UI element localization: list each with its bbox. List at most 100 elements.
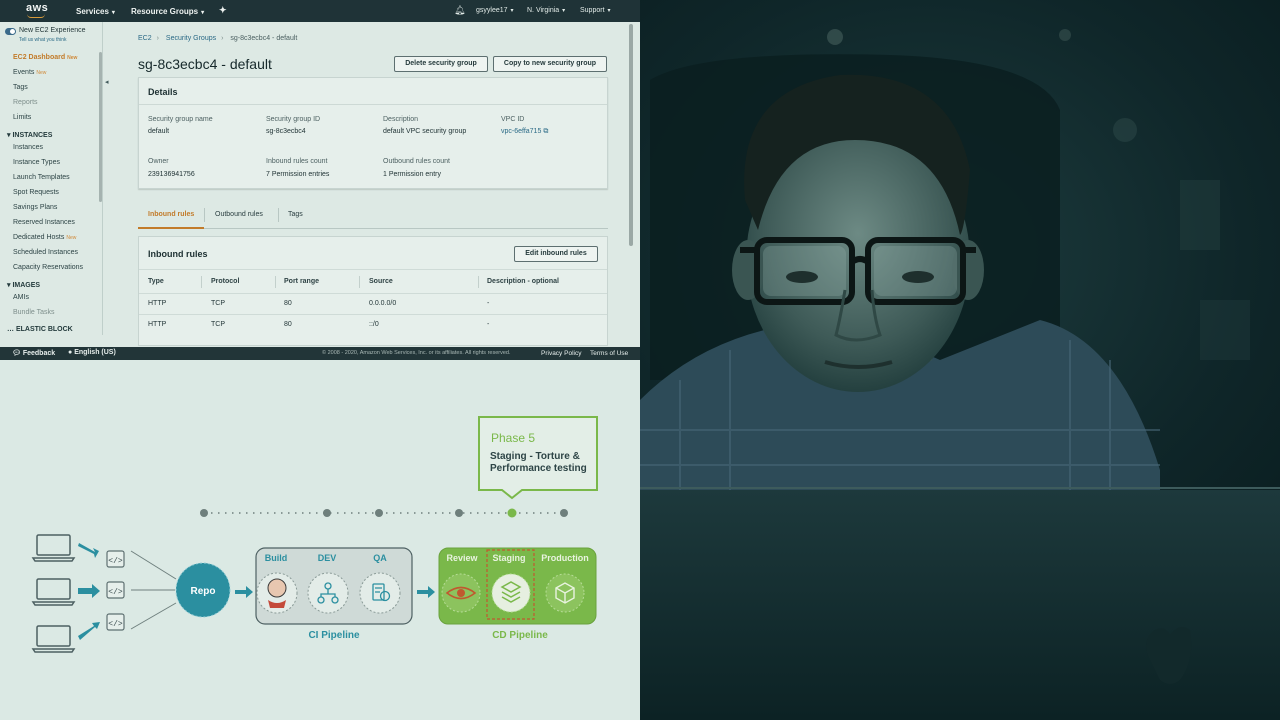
cd-pipeline-box[interactable]: Review Staging Production <box>438 547 597 625</box>
repo-label: Repo <box>191 586 216 597</box>
sidebar-item-scheduled-instances[interactable]: Scheduled Instances <box>13 249 78 256</box>
sidebar-item-bundle-tasks[interactable]: Bundle Tasks <box>13 309 55 316</box>
sidebar-item-launch-templates[interactable]: Launch Templates <box>13 174 70 181</box>
ci-pipeline-box[interactable]: Build DEV QA <box>255 547 413 625</box>
svg-text:</>: </> <box>108 588 123 597</box>
svg-text:</>: </> <box>108 557 123 566</box>
top-navigation-bar: aws Services ▾ Resource Groups ▾ ✦ 🔔︎ gsyy… <box>0 0 640 22</box>
copyright-text: © 2008 - 2020, Amazon Web Services, Inc.… <box>322 350 511 356</box>
language-selector[interactable]: ● English (US) <box>68 349 116 356</box>
sidebar-scrollbar[interactable] <box>99 52 102 202</box>
timeline-node[interactable] <box>200 509 208 517</box>
sidebar-section-instances[interactable]: ▾ INSTANCES <box>7 131 52 139</box>
account-menu[interactable]: gsyylee17 ▾ <box>476 7 514 14</box>
timeline-node[interactable] <box>323 509 331 517</box>
sidebar-item-ec2-dashboard[interactable]: EC2 Dashboard New <box>13 54 77 61</box>
region-menu[interactable]: N. Virginia ▾ <box>527 7 565 14</box>
timeline-node[interactable] <box>455 509 463 517</box>
sidebar-item-instance-types[interactable]: Instance Types <box>13 159 60 166</box>
services-menu[interactable]: Services ▾ <box>76 7 115 16</box>
aws-logo[interactable]: aws <box>26 2 48 14</box>
rule-port-cell: 80 <box>284 321 292 328</box>
laptop-icon <box>31 534 76 562</box>
code-icon: </> <box>106 581 125 599</box>
laptop-icon <box>31 578 76 606</box>
sidebar-item-reports[interactable]: Reports <box>13 99 38 106</box>
details-title: Details <box>148 87 178 97</box>
sidebar-item-capacity-reservations[interactable]: Capacity Reservations <box>13 264 83 271</box>
sidebar: New EC2 Experience Tell us what you thin… <box>0 22 98 347</box>
timeline-node[interactable] <box>375 509 383 517</box>
stage-staging: Staging <box>493 553 526 563</box>
ci-pipeline-label: CI Pipeline <box>308 630 360 641</box>
external-link-icon: ⧉ <box>543 128 549 135</box>
sidebar-item-savings-plans[interactable]: Savings Plans <box>13 204 57 211</box>
field-label: Security group name <box>148 116 213 123</box>
tab-inbound-rules[interactable]: Inbound rules <box>138 208 205 229</box>
sidebar-item-events[interactable]: Events New <box>13 69 46 76</box>
rule-protocol-cell: TCP <box>211 300 225 307</box>
laptop <box>640 490 1280 720</box>
repo-node[interactable]: Repo <box>175 562 231 618</box>
pipeline-diagram: Phase 5 Staging - Torture & Performance … <box>0 360 640 720</box>
column-header-source[interactable]: Source <box>369 278 393 285</box>
rule-type-cell: HTTP <box>148 321 167 328</box>
stage-dev: DEV <box>318 553 337 563</box>
terms-of-use-link[interactable]: Terms of Use <box>590 350 628 357</box>
sidebar-section-elastic-block[interactable]: … ELASTIC BLOCK <box>7 326 73 333</box>
breadcrumb-security-groups[interactable]: Security Groups <box>166 35 216 42</box>
sidebar-item-dedicated-hosts[interactable]: Dedicated Hosts New <box>13 234 76 241</box>
privacy-policy-link[interactable]: Privacy Policy <box>541 350 581 357</box>
copy-security-group-button[interactable]: Copy to new security group <box>493 56 607 72</box>
column-header-port-range[interactable]: Port range <box>284 278 319 285</box>
chat-icon: 💬︎ <box>12 350 21 357</box>
globe-icon: ● <box>68 349 73 356</box>
main-scrollbar[interactable] <box>629 24 633 246</box>
column-divider <box>201 276 202 288</box>
page-title: sg-8c3ecbc4 - default <box>138 56 272 72</box>
field-label: Security group ID <box>266 116 321 123</box>
inbound-rules-panel: Inbound rules Edit inbound rules Type Pr… <box>138 236 608 346</box>
feedback-button[interactable]: 💬︎ Feedback <box>12 349 55 357</box>
vpc-id-link[interactable]: vpc-6effa715 ⧉ <box>501 128 548 136</box>
field-label: Inbound rules count <box>266 158 328 165</box>
stage-build: Build <box>265 553 288 563</box>
edit-inbound-rules-button[interactable]: Edit inbound rules <box>514 246 598 262</box>
phase-callout: Phase 5 Staging - Torture & Performance … <box>478 416 598 500</box>
tab-tags[interactable]: Tags <box>278 208 313 229</box>
divider <box>139 104 607 105</box>
left-eye <box>786 271 818 283</box>
code-icon: </> <box>106 613 125 631</box>
feedback-link[interactable]: Tell us what you think <box>19 37 67 43</box>
timeline-node-active[interactable] <box>507 508 517 518</box>
new-experience-toggle[interactable] <box>5 28 16 35</box>
breadcrumb-ec2[interactable]: EC2 <box>138 35 152 42</box>
support-menu[interactable]: Support ▾ <box>580 7 611 14</box>
sidebar-item-amis[interactable]: AMIs <box>13 294 29 301</box>
sidebar-item-instances[interactable]: Instances <box>13 144 43 151</box>
column-header-description[interactable]: Description - optional <box>487 278 559 285</box>
resource-groups-menu[interactable]: Resource Groups ▾ <box>131 7 204 16</box>
details-panel: Details Security group name default Secu… <box>138 77 608 189</box>
delete-security-group-button[interactable]: Delete security group <box>394 56 488 72</box>
sidebar-item-reserved-instances[interactable]: Reserved Instances <box>13 219 75 226</box>
collapse-sidebar-icon[interactable]: ◂ <box>105 78 115 90</box>
bell-icon[interactable]: 🔔︎ <box>454 5 465 16</box>
rule-description-cell: - <box>487 300 490 307</box>
column-divider <box>478 276 479 288</box>
sidebar-item-tags[interactable]: Tags <box>13 84 28 91</box>
column-header-type[interactable]: Type <box>148 278 164 285</box>
rule-type-cell: HTTP <box>148 300 167 307</box>
rule-source-cell: 0.0.0.0/0 <box>369 300 397 307</box>
column-header-protocol[interactable]: Protocol <box>211 278 239 285</box>
tab-outbound-rules[interactable]: Outbound rules <box>205 208 273 229</box>
sidebar-section-images[interactable]: ▾ IMAGES <box>7 281 40 289</box>
sidebar-item-spot-requests[interactable]: Spot Requests <box>13 189 59 196</box>
timeline-node[interactable] <box>560 509 568 517</box>
console-footer: 💬︎ Feedback ● English (US) © 2008 - 2020… <box>0 347 640 360</box>
sidebar-item-limits[interactable]: Limits <box>13 114 31 121</box>
pin-icon[interactable]: ✦ <box>219 5 227 16</box>
security-group-id-value: sg-8c3ecbc4 <box>266 128 306 135</box>
pipeline-diagram-svg: Phase 5 Staging - Torture & Performance … <box>31 416 598 653</box>
arrow-icon <box>78 543 100 640</box>
